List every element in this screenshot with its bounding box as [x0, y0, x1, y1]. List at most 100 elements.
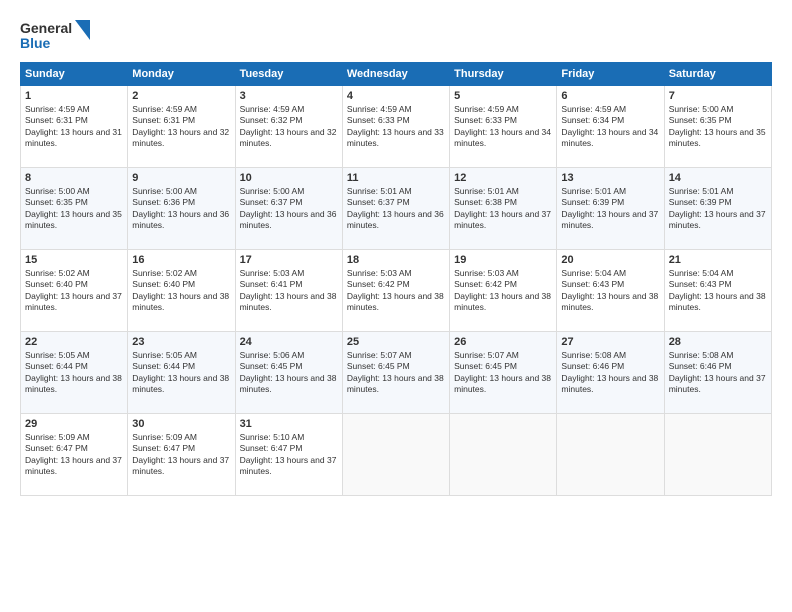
day-number: 22	[25, 336, 123, 348]
day-number: 8	[25, 172, 123, 184]
day-number: 23	[132, 336, 230, 348]
header: GeneralBlue	[20, 18, 772, 54]
day-info: Sunrise: 5:03 AMSunset: 6:42 PMDaylight:…	[454, 268, 552, 314]
header-cell-sunday: Sunday	[21, 63, 128, 86]
calendar-cell: 7 Sunrise: 5:00 AMSunset: 6:35 PMDaylight…	[664, 86, 771, 168]
calendar-cell: 20 Sunrise: 5:04 AMSunset: 6:43 PMDayligh…	[557, 250, 664, 332]
day-number: 19	[454, 254, 552, 266]
calendar-cell: 22 Sunrise: 5:05 AMSunset: 6:44 PMDayligh…	[21, 332, 128, 414]
calendar-cell: 26 Sunrise: 5:07 AMSunset: 6:45 PMDayligh…	[450, 332, 557, 414]
day-number: 7	[669, 90, 767, 102]
day-info: Sunrise: 4:59 AMSunset: 6:32 PMDaylight:…	[240, 104, 338, 150]
day-number: 27	[561, 336, 659, 348]
calendar-cell: 23 Sunrise: 5:05 AMSunset: 6:44 PMDayligh…	[128, 332, 235, 414]
calendar-cell: 21 Sunrise: 5:04 AMSunset: 6:43 PMDayligh…	[664, 250, 771, 332]
calendar-cell: 18 Sunrise: 5:03 AMSunset: 6:42 PMDayligh…	[342, 250, 449, 332]
day-info: Sunrise: 5:00 AMSunset: 6:36 PMDaylight:…	[132, 186, 230, 232]
day-number: 13	[561, 172, 659, 184]
week-row-4: 22 Sunrise: 5:05 AMSunset: 6:44 PMDayligh…	[21, 332, 772, 414]
day-info: Sunrise: 5:07 AMSunset: 6:45 PMDaylight:…	[347, 350, 445, 396]
calendar-cell: 27 Sunrise: 5:08 AMSunset: 6:46 PMDayligh…	[557, 332, 664, 414]
day-info: Sunrise: 5:03 AMSunset: 6:42 PMDaylight:…	[347, 268, 445, 314]
day-info: Sunrise: 5:09 AMSunset: 6:47 PMDaylight:…	[25, 432, 123, 478]
calendar-cell: 30Sunrise: 5:09 AMSunset: 6:47 PMDayligh…	[128, 414, 235, 496]
day-info: Sunrise: 5:06 AMSunset: 6:45 PMDaylight:…	[240, 350, 338, 396]
header-cell-saturday: Saturday	[664, 63, 771, 86]
day-info: Sunrise: 5:00 AMSunset: 6:35 PMDaylight:…	[669, 104, 767, 150]
day-info: Sunrise: 5:00 AMSunset: 6:37 PMDaylight:…	[240, 186, 338, 232]
svg-text:Blue: Blue	[20, 35, 51, 51]
day-info: Sunrise: 5:07 AMSunset: 6:45 PMDaylight:…	[454, 350, 552, 396]
calendar-cell: 6 Sunrise: 4:59 AMSunset: 6:34 PMDaylight…	[557, 86, 664, 168]
day-number: 15	[25, 254, 123, 266]
calendar-cell: 4 Sunrise: 4:59 AMSunset: 6:33 PMDaylight…	[342, 86, 449, 168]
week-row-1: 1 Sunrise: 4:59 AMSunset: 6:31 PMDaylight…	[21, 86, 772, 168]
day-number: 3	[240, 90, 338, 102]
week-row-3: 15 Sunrise: 5:02 AMSunset: 6:40 PMDayligh…	[21, 250, 772, 332]
logo-svg: GeneralBlue	[20, 18, 90, 54]
page: GeneralBlue SundayMondayTuesdayWednesday…	[0, 0, 792, 612]
day-number: 24	[240, 336, 338, 348]
calendar-cell: 10 Sunrise: 5:00 AMSunset: 6:37 PMDayligh…	[235, 168, 342, 250]
logo: GeneralBlue	[20, 18, 90, 54]
day-number: 6	[561, 90, 659, 102]
day-number: 9	[132, 172, 230, 184]
calendar-cell: 28Sunrise: 5:08 AMSunset: 6:46 PMDayligh…	[664, 332, 771, 414]
day-info: Sunrise: 5:08 AMSunset: 6:46 PMDaylight:…	[561, 350, 659, 396]
calendar-cell: 5 Sunrise: 4:59 AMSunset: 6:33 PMDaylight…	[450, 86, 557, 168]
day-info: Sunrise: 5:00 AMSunset: 6:35 PMDaylight:…	[25, 186, 123, 232]
day-number: 28	[669, 336, 767, 348]
calendar-table: SundayMondayTuesdayWednesdayThursdayFrid…	[20, 62, 772, 496]
calendar-cell	[557, 414, 664, 496]
calendar-cell: 3 Sunrise: 4:59 AMSunset: 6:32 PMDaylight…	[235, 86, 342, 168]
day-number: 14	[669, 172, 767, 184]
day-number: 10	[240, 172, 338, 184]
header-cell-thursday: Thursday	[450, 63, 557, 86]
header-cell-tuesday: Tuesday	[235, 63, 342, 86]
calendar-cell: 15Sunrise: 5:02 AMSunset: 6:40 PMDayligh…	[21, 250, 128, 332]
calendar-cell: 24 Sunrise: 5:06 AMSunset: 6:45 PMDayligh…	[235, 332, 342, 414]
day-info: Sunrise: 5:03 AMSunset: 6:41 PMDaylight:…	[240, 268, 338, 314]
day-number: 5	[454, 90, 552, 102]
day-info: Sunrise: 5:01 AMSunset: 6:38 PMDaylight:…	[454, 186, 552, 232]
calendar-header-row: SundayMondayTuesdayWednesdayThursdayFrid…	[21, 63, 772, 86]
day-info: Sunrise: 4:59 AMSunset: 6:31 PMDaylight:…	[132, 104, 230, 150]
calendar-cell: 13Sunrise: 5:01 AMSunset: 6:39 PMDayligh…	[557, 168, 664, 250]
day-info: Sunrise: 4:59 AMSunset: 6:34 PMDaylight:…	[561, 104, 659, 150]
day-info: Sunrise: 5:04 AMSunset: 6:43 PMDaylight:…	[669, 268, 767, 314]
calendar-cell: 19 Sunrise: 5:03 AMSunset: 6:42 PMDayligh…	[450, 250, 557, 332]
calendar-cell: 29 Sunrise: 5:09 AMSunset: 6:47 PMDayligh…	[21, 414, 128, 496]
day-number: 1	[25, 90, 123, 102]
day-number: 21	[669, 254, 767, 266]
day-number: 4	[347, 90, 445, 102]
day-number: 11	[347, 172, 445, 184]
calendar-cell: 1 Sunrise: 4:59 AMSunset: 6:31 PMDaylight…	[21, 86, 128, 168]
day-number: 20	[561, 254, 659, 266]
header-cell-monday: Monday	[128, 63, 235, 86]
week-row-5: 29 Sunrise: 5:09 AMSunset: 6:47 PMDayligh…	[21, 414, 772, 496]
day-info: Sunrise: 4:59 AMSunset: 6:33 PMDaylight:…	[454, 104, 552, 150]
calendar-cell: 8 Sunrise: 5:00 AMSunset: 6:35 PMDaylight…	[21, 168, 128, 250]
calendar-cell	[664, 414, 771, 496]
calendar-cell: 9 Sunrise: 5:00 AMSunset: 6:36 PMDaylight…	[128, 168, 235, 250]
day-info: Sunrise: 4:59 AMSunset: 6:33 PMDaylight:…	[347, 104, 445, 150]
day-number: 25	[347, 336, 445, 348]
day-number: 30	[132, 418, 230, 430]
day-number: 26	[454, 336, 552, 348]
day-number: 29	[25, 418, 123, 430]
day-info: Sunrise: 5:02 AMSunset: 6:40 PMDaylight:…	[132, 268, 230, 314]
header-cell-wednesday: Wednesday	[342, 63, 449, 86]
day-number: 18	[347, 254, 445, 266]
calendar-cell: 17Sunrise: 5:03 AMSunset: 6:41 PMDayligh…	[235, 250, 342, 332]
day-info: Sunrise: 5:04 AMSunset: 6:43 PMDaylight:…	[561, 268, 659, 314]
day-info: Sunrise: 4:59 AMSunset: 6:31 PMDaylight:…	[25, 104, 123, 150]
day-info: Sunrise: 5:05 AMSunset: 6:44 PMDaylight:…	[132, 350, 230, 396]
calendar-cell: 2Sunrise: 4:59 AMSunset: 6:31 PMDaylight…	[128, 86, 235, 168]
header-cell-friday: Friday	[557, 63, 664, 86]
calendar-cell: 25 Sunrise: 5:07 AMSunset: 6:45 PMDayligh…	[342, 332, 449, 414]
svg-text:General: General	[20, 20, 72, 36]
day-number: 16	[132, 254, 230, 266]
calendar-cell	[450, 414, 557, 496]
calendar-body: 1 Sunrise: 4:59 AMSunset: 6:31 PMDaylight…	[21, 86, 772, 496]
day-info: Sunrise: 5:05 AMSunset: 6:44 PMDaylight:…	[25, 350, 123, 396]
